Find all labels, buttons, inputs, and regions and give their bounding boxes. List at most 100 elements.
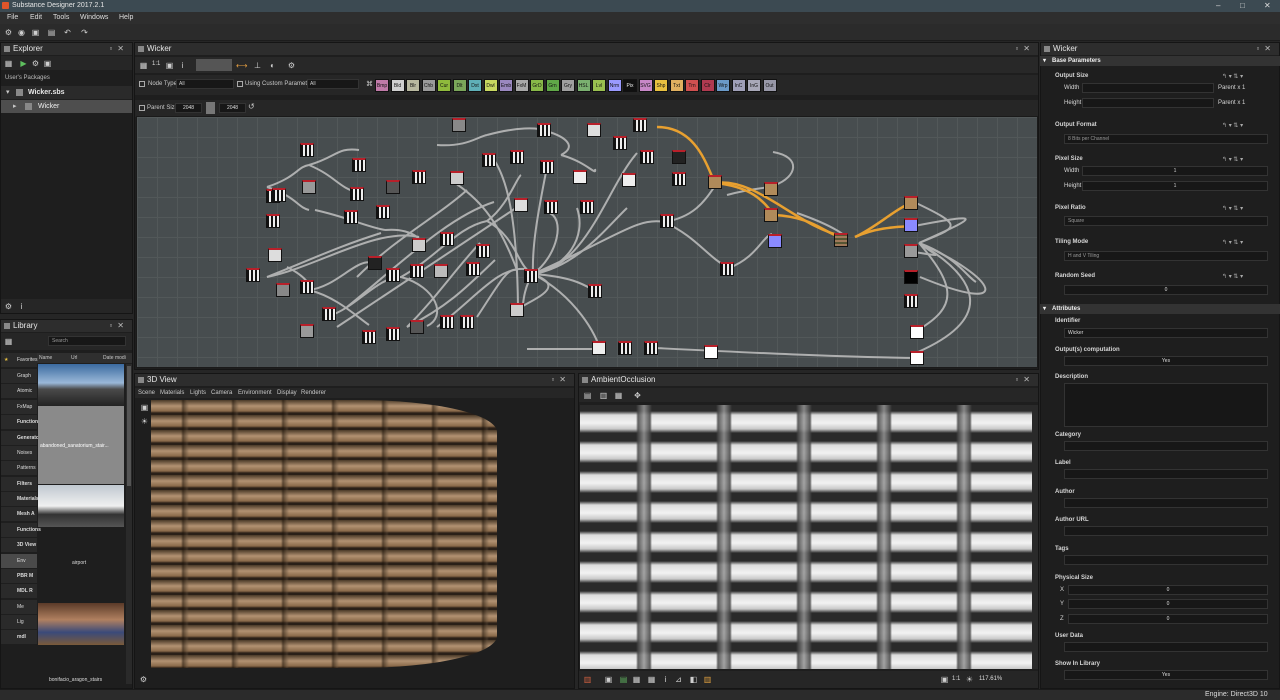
filter-chip-bld[interactable]: Bld xyxy=(390,79,405,92)
graph-node[interactable] xyxy=(910,325,924,339)
view-icon[interactable]: ▣ xyxy=(165,61,174,70)
graph-node[interactable] xyxy=(834,233,848,247)
info-icon[interactable]: i xyxy=(661,675,670,684)
filter-chip-emb[interactable]: Emb xyxy=(499,79,513,92)
graph-node[interactable] xyxy=(904,294,918,308)
node-type-select[interactable]: All xyxy=(176,79,234,89)
physical-size-z-input[interactable]: 0 xyxy=(1068,614,1268,624)
tiling-mode-select[interactable]: H and V Tiling xyxy=(1064,251,1268,261)
rgb-icon[interactable]: ▤ xyxy=(619,675,628,684)
graph-node[interactable] xyxy=(618,341,632,355)
library-options-icon[interactable]: ▦ xyxy=(4,337,13,346)
save-image-icon[interactable]: ▤ xyxy=(583,391,592,400)
graph-node[interactable] xyxy=(302,180,316,194)
library-cat-function[interactable]: Function xyxy=(1,415,38,429)
graph-node[interactable] xyxy=(376,205,390,219)
settings-icon[interactable]: ⚙ xyxy=(287,61,296,70)
menu-help[interactable]: Help xyxy=(119,14,133,21)
reset-icon[interactable]: ↺ xyxy=(248,102,255,111)
author-url-input[interactable] xyxy=(1064,526,1268,536)
graph-node[interactable] xyxy=(704,345,718,359)
library-cat-generators[interactable]: Generators xyxy=(1,431,44,445)
library-thumbnail-sanatorium[interactable] xyxy=(38,364,124,406)
zoom-label[interactable]: 1:1 xyxy=(152,61,160,67)
output-height-slider[interactable] xyxy=(1082,98,1214,108)
new-icon[interactable]: ▦ xyxy=(4,59,13,68)
graph-node[interactable] xyxy=(633,118,647,132)
3d-menu-renderer[interactable]: Renderer xyxy=(301,390,326,396)
outputs-computation-select[interactable]: Yes xyxy=(1064,356,1268,366)
redo-icon[interactable]: ↷ xyxy=(80,28,89,37)
library-cat-graph[interactable]: Graph xyxy=(1,369,37,383)
filter-chip-trn[interactable]: Trn xyxy=(685,79,699,92)
output-width-slider[interactable] xyxy=(1082,83,1214,93)
graph-node[interactable] xyxy=(904,196,918,210)
tiling-icon[interactable]: ✥ xyxy=(633,391,642,400)
package-row[interactable]: ▾ Wicker.sbs xyxy=(1,86,132,99)
description-textarea[interactable] xyxy=(1064,383,1268,427)
save-icon[interactable]: ▤ xyxy=(47,28,56,37)
display-mode-icon[interactable]: ▥ xyxy=(703,675,712,684)
graph-node[interactable] xyxy=(540,160,554,174)
filter-chip-dwl[interactable]: Dwl xyxy=(483,79,498,92)
tool-icon[interactable]: ⚙ xyxy=(31,59,40,68)
graph-node[interactable] xyxy=(587,123,601,137)
output-format-select[interactable]: 8 Bits per Channel xyxy=(1064,134,1268,144)
graph-node[interactable] xyxy=(276,283,290,297)
zoom-ratio-label[interactable]: 1:1 xyxy=(952,676,960,682)
graph-node[interactable] xyxy=(386,180,400,194)
graph-node[interactable] xyxy=(300,143,314,157)
anchor-icon[interactable]: ⊥ xyxy=(253,61,262,70)
color-picker-icon[interactable]: ◧ xyxy=(689,675,698,684)
graph-node[interactable] xyxy=(592,341,606,355)
graph-node[interactable] xyxy=(362,330,376,344)
library-cat-favorites[interactable]: ★ Favorites xyxy=(1,353,38,367)
filter-chip-grn[interactable]: Grn xyxy=(545,79,560,92)
custom-params-checkbox[interactable] xyxy=(237,81,243,87)
filter-chip-grd[interactable]: GrD xyxy=(530,79,544,92)
info-icon[interactable]: i xyxy=(17,302,26,311)
column-name[interactable]: Name xyxy=(39,355,52,361)
graph-node[interactable] xyxy=(246,268,260,282)
zoom-icon[interactable]: ☀ xyxy=(965,675,974,684)
graph-node[interactable] xyxy=(434,264,448,278)
library-cat-mdl-r[interactable]: MDL R xyxy=(1,584,37,598)
library-cat-materials[interactable]: Materials xyxy=(1,492,39,506)
panel-controls-icon[interactable]: ▫✕ xyxy=(1015,43,1035,55)
filter-chip-svg[interactable]: SVG xyxy=(638,79,653,92)
column-url[interactable]: Url xyxy=(71,355,77,361)
filter-chip-dlt[interactable]: Dlt xyxy=(452,79,467,92)
library-cat-env[interactable]: Env xyxy=(1,554,37,568)
play-icon[interactable]: ▶ xyxy=(19,59,28,68)
close-icon[interactable]: ✕ xyxy=(1264,1,1271,10)
graph-node[interactable] xyxy=(672,172,686,186)
parent-width-select[interactable]: 2048 xyxy=(175,103,202,113)
channels-icon[interactable]: ▥ xyxy=(583,675,592,684)
graph-node[interactable] xyxy=(644,341,658,355)
graph-node[interactable] xyxy=(622,173,636,187)
info-icon[interactable]: i xyxy=(178,61,187,70)
graph-node[interactable] xyxy=(537,123,551,137)
grid-icon[interactable]: ▦ xyxy=(632,675,641,684)
graph-node[interactable] xyxy=(482,153,496,167)
graph-node[interactable] xyxy=(613,136,627,150)
graph-node[interactable] xyxy=(764,182,778,196)
graph-node[interactable] xyxy=(386,327,400,341)
graph-node[interactable] xyxy=(412,170,426,184)
param-tools-icon[interactable]: ↰ ▾ ⇅ ▾ xyxy=(1222,273,1243,280)
graph-node[interactable] xyxy=(768,234,782,248)
column-date[interactable]: Date modi xyxy=(103,355,126,361)
light-icon[interactable]: ☀ xyxy=(140,417,149,426)
library-item-sanatorium[interactable]: abandoned_sanatorium_stair... xyxy=(38,406,124,484)
library-cat-patterns[interactable]: Patterns xyxy=(1,461,37,475)
3d-menu-camera[interactable]: Camera xyxy=(211,390,232,396)
graph-node[interactable] xyxy=(904,270,918,284)
compute-icon[interactable]: ▣ xyxy=(43,59,52,68)
fit-icon[interactable]: ▣ xyxy=(940,675,949,684)
graph-node[interactable] xyxy=(410,264,424,278)
library-cat-lig[interactable]: Lig xyxy=(1,615,37,629)
graph-node[interactable] xyxy=(476,244,490,258)
author-input[interactable] xyxy=(1064,498,1268,508)
filter-chip-dxt[interactable]: Dxt xyxy=(468,79,482,92)
show-in-library-select[interactable]: Yes xyxy=(1064,670,1268,680)
